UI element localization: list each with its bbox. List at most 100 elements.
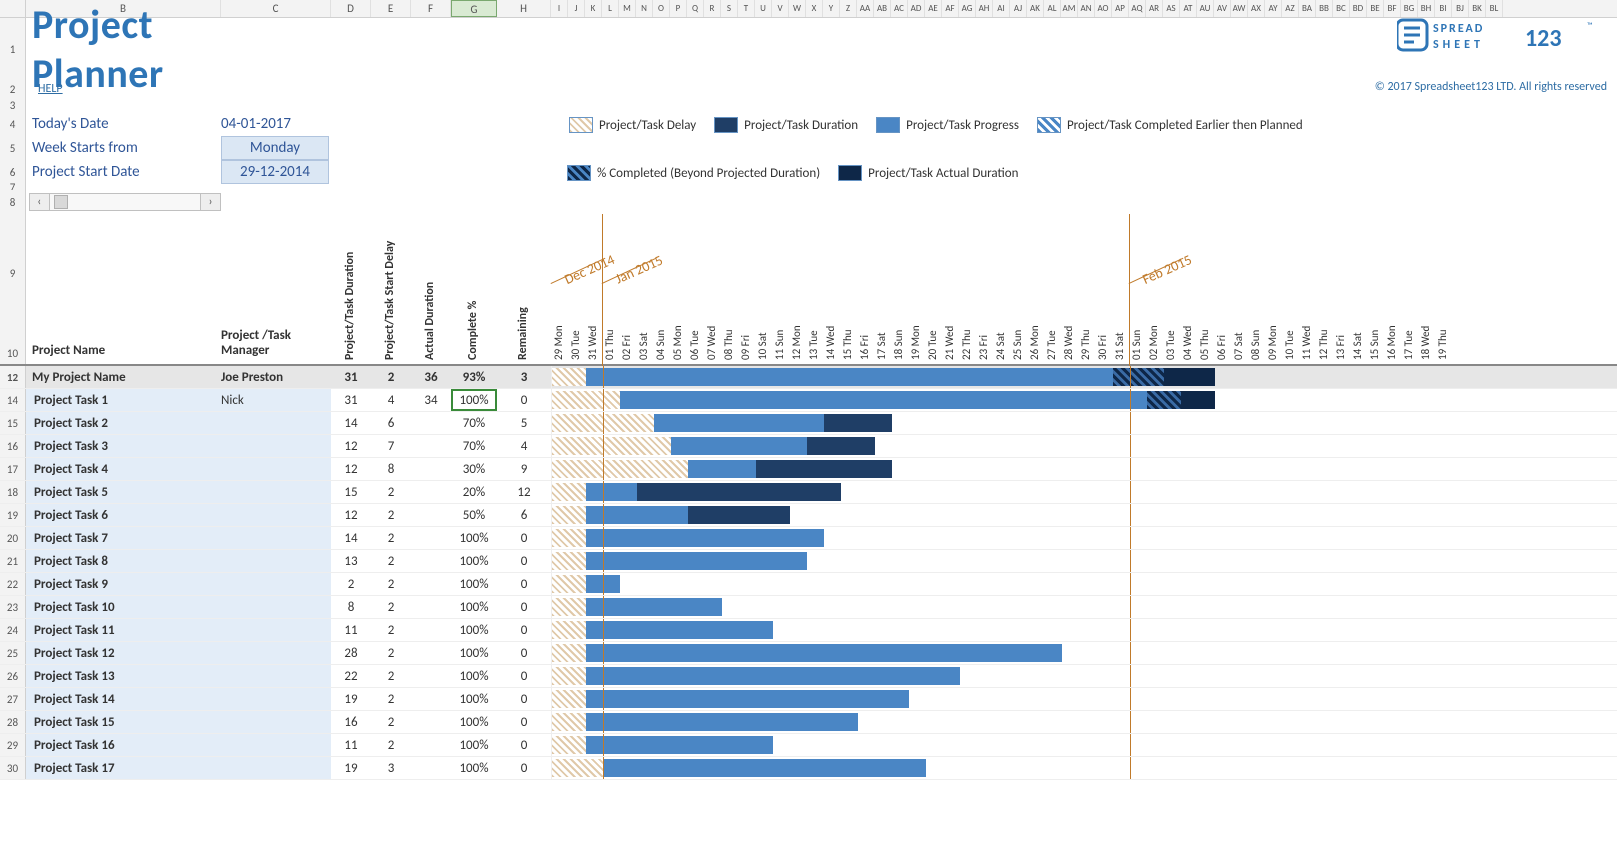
row-number[interactable]: 8 <box>0 190 26 214</box>
duration-cell[interactable]: 8 <box>331 596 371 618</box>
column-letter[interactable]: AD <box>908 0 925 17</box>
complete-cell[interactable]: 100% <box>451 389 497 411</box>
complete-cell[interactable]: 100% <box>451 734 497 756</box>
column-letter[interactable]: G <box>451 0 497 17</box>
task-name-cell[interactable]: Project Task 11 <box>26 619 221 641</box>
timeline-scrollbar[interactable]: ‹ › <box>29 193 221 211</box>
column-letter[interactable]: AL <box>1044 0 1061 17</box>
remaining-cell[interactable]: 6 <box>497 504 551 526</box>
column-letter[interactable]: AC <box>891 0 908 17</box>
complete-cell[interactable]: 100% <box>451 665 497 687</box>
manager-cell[interactable] <box>221 573 331 595</box>
column-letter[interactable]: AF <box>942 0 959 17</box>
delay-cell[interactable]: 7 <box>371 435 411 457</box>
task-name-cell[interactable]: Project Task 2 <box>26 412 221 434</box>
complete-cell[interactable]: 93% <box>451 366 497 388</box>
duration-cell[interactable]: 14 <box>331 527 371 549</box>
row-number[interactable]: 21 <box>0 550 26 572</box>
duration-cell[interactable]: 12 <box>331 458 371 480</box>
column-letter[interactable]: AH <box>976 0 993 17</box>
remaining-cell[interactable]: 0 <box>497 642 551 664</box>
task-name-cell[interactable]: Project Task 5 <box>26 481 221 503</box>
column-letter[interactable]: AV <box>1214 0 1231 17</box>
manager-cell[interactable] <box>221 504 331 526</box>
column-letter[interactable]: BE <box>1367 0 1384 17</box>
task-row[interactable]: 27Project Task 14192100%0 <box>0 688 1617 711</box>
duration-cell[interactable]: 19 <box>331 688 371 710</box>
column-letter[interactable]: U <box>755 0 772 17</box>
manager-cell[interactable] <box>221 412 331 434</box>
column-letter[interactable]: AG <box>959 0 976 17</box>
today-date-value[interactable]: 04-01-2017 <box>221 112 331 136</box>
delay-cell[interactable]: 2 <box>371 619 411 641</box>
week-starts-value[interactable]: Monday <box>221 136 329 160</box>
column-letter[interactable]: BH <box>1418 0 1435 17</box>
complete-cell[interactable]: 100% <box>451 711 497 733</box>
duration-cell[interactable]: 15 <box>331 481 371 503</box>
actual-cell[interactable] <box>411 688 451 710</box>
row-number[interactable]: 22 <box>0 573 26 595</box>
delay-cell[interactable]: 2 <box>371 688 411 710</box>
column-letter[interactable]: BD <box>1350 0 1367 17</box>
remaining-cell[interactable]: 0 <box>497 596 551 618</box>
actual-cell[interactable] <box>411 734 451 756</box>
column-letter[interactable]: L <box>602 0 619 17</box>
row-number[interactable]: 16 <box>0 435 26 457</box>
duration-cell[interactable]: 11 <box>331 619 371 641</box>
actual-cell[interactable] <box>411 642 451 664</box>
manager-cell[interactable] <box>221 757 331 779</box>
row-number[interactable]: 25 <box>0 642 26 664</box>
remaining-cell[interactable]: 0 <box>497 711 551 733</box>
duration-cell[interactable]: 16 <box>331 711 371 733</box>
complete-cell[interactable]: 100% <box>451 642 497 664</box>
task-name-cell[interactable]: Project Task 6 <box>26 504 221 526</box>
actual-cell[interactable]: 34 <box>411 389 451 411</box>
scroll-left-button[interactable]: ‹ <box>30 194 50 210</box>
manager-cell[interactable] <box>221 596 331 618</box>
remaining-cell[interactable]: 0 <box>497 573 551 595</box>
complete-cell[interactable]: 30% <box>451 458 497 480</box>
delay-cell[interactable]: 2 <box>371 573 411 595</box>
delay-cell[interactable]: 8 <box>371 458 411 480</box>
actual-cell[interactable] <box>411 665 451 687</box>
column-letter[interactable]: N <box>636 0 653 17</box>
task-name-cell[interactable]: Project Task 7 <box>26 527 221 549</box>
task-row[interactable]: 30Project Task 17193100%0 <box>0 757 1617 780</box>
column-letter[interactable]: O <box>653 0 670 17</box>
row-number[interactable]: 2 <box>0 80 26 98</box>
task-row[interactable]: 26Project Task 13222100%0 <box>0 665 1617 688</box>
remaining-cell[interactable]: 0 <box>497 688 551 710</box>
column-letter[interactable]: T <box>738 0 755 17</box>
row-number[interactable]: 27 <box>0 688 26 710</box>
actual-cell[interactable] <box>411 435 451 457</box>
manager-cell[interactable] <box>221 688 331 710</box>
scroll-thumb[interactable] <box>54 195 68 209</box>
task-row[interactable]: 14Project Task 1Nick31434100%0 <box>0 389 1617 412</box>
row-number[interactable]: 1 <box>0 18 26 80</box>
column-letter[interactable]: BG <box>1401 0 1418 17</box>
column-letter[interactable]: AS <box>1163 0 1180 17</box>
manager-cell[interactable] <box>221 458 331 480</box>
delay-cell[interactable]: 2 <box>371 596 411 618</box>
column-header-delay[interactable]: Project/Task Start Delay <box>383 241 397 360</box>
complete-cell[interactable]: 70% <box>451 412 497 434</box>
delay-cell[interactable]: 4 <box>371 389 411 411</box>
duration-cell[interactable]: 12 <box>331 504 371 526</box>
column-header-remaining[interactable]: Remaining <box>516 307 530 360</box>
row-number[interactable]: 26 <box>0 665 26 687</box>
task-row[interactable]: 22Project Task 922100%0 <box>0 573 1617 596</box>
actual-cell[interactable] <box>411 412 451 434</box>
row-number[interactable]: 17 <box>0 458 26 480</box>
actual-cell[interactable] <box>411 550 451 572</box>
task-row[interactable]: 25Project Task 12282100%0 <box>0 642 1617 665</box>
actual-cell[interactable] <box>411 481 451 503</box>
manager-cell[interactable] <box>221 734 331 756</box>
task-row[interactable]: 23Project Task 1082100%0 <box>0 596 1617 619</box>
task-name-cell[interactable]: Project Task 12 <box>26 642 221 664</box>
task-name-cell[interactable]: Project Task 1 <box>26 389 221 411</box>
row-number[interactable]: 10 <box>0 284 26 364</box>
complete-cell[interactable]: 100% <box>451 573 497 595</box>
row-number[interactable]: 3 <box>0 98 26 112</box>
column-letter[interactable]: X <box>806 0 823 17</box>
column-letter[interactable]: BB <box>1316 0 1333 17</box>
